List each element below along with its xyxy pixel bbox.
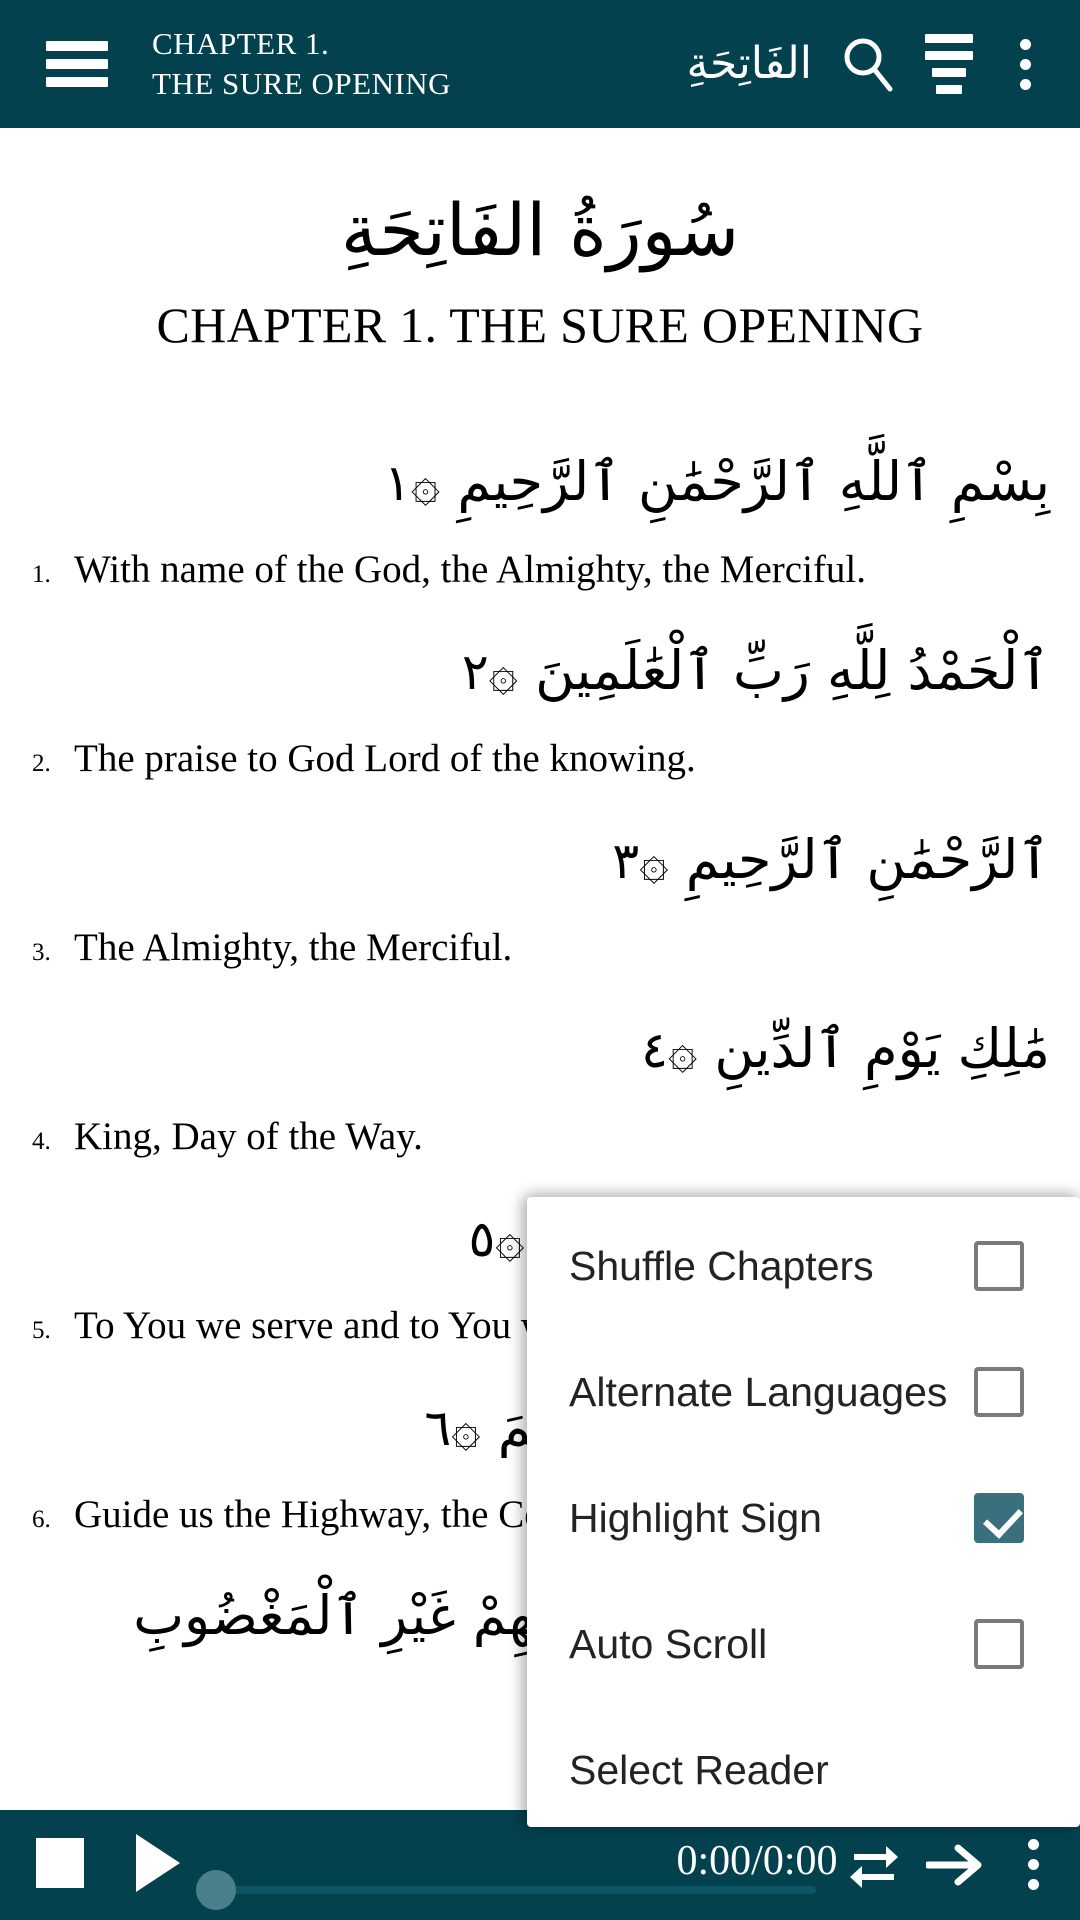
sura-english-heading: CHAPTER 1. THE SURE OPENING xyxy=(156,297,924,353)
verse-marker: ۞٣ xyxy=(612,832,669,890)
verse-index: 1. xyxy=(32,561,51,588)
menu-item-shuffle-chapters[interactable]: Shuffle Chapters xyxy=(527,1203,1080,1329)
verse-translation: The Almighty, the Merciful. xyxy=(74,926,513,969)
app-bar-title-line1: CHAPTER 1. xyxy=(152,26,330,61)
verse-translation-row[interactable]: 2. The praise to God Lord of the knowing… xyxy=(26,734,1050,784)
search-icon[interactable] xyxy=(838,33,898,95)
app-bar-title-line2: THE SURE OPENING xyxy=(152,66,452,101)
arrow-right-icon[interactable] xyxy=(924,1838,984,1892)
verse-arabic-text: ٱلْحَمْدُ لِلَّهِ رَبِّ ٱلْعَٰلَمِينَ xyxy=(535,639,1050,702)
overflow-dot xyxy=(1019,58,1031,70)
repeat-icon[interactable] xyxy=(846,1836,902,1892)
verse-index: 5. xyxy=(32,1317,51,1344)
sort-line xyxy=(932,68,966,77)
verse-index: 4. xyxy=(32,1128,51,1155)
menu-item-label: Alternate Languages xyxy=(569,1369,948,1415)
verse-arabic[interactable]: ٱلرَّحْمَٰنِ ٱلرَّحِيمِ ۞٣ xyxy=(26,808,1050,913)
app-bar: CHAPTER 1. THE SURE OPENING الفَاتِحَةِ xyxy=(0,0,1080,128)
hamburger-bar xyxy=(46,77,108,87)
overflow-dot xyxy=(1027,1858,1039,1870)
verse-translation-row[interactable]: 1. With name of the God, the Almighty, t… xyxy=(26,545,1050,595)
shuffle-chapters-checkbox[interactable] xyxy=(974,1241,1024,1291)
verse-translation-row[interactable]: 3. The Almighty, the Merciful. xyxy=(26,923,1050,973)
verse-index: 6. xyxy=(32,1506,51,1533)
overflow-dot xyxy=(1027,1838,1039,1850)
overflow-menu-icon[interactable] xyxy=(996,30,1054,98)
verse-translation: The praise to God Lord of the knowing. xyxy=(74,737,696,780)
verse-arabic-text: مَٰلِكِ يَوْمِ ٱلدِّينِ xyxy=(714,1017,1050,1080)
app-bar-title[interactable]: CHAPTER 1. THE SURE OPENING xyxy=(152,24,686,104)
verse-translation: With name of the God, the Almighty, the … xyxy=(74,548,866,591)
sort-line xyxy=(925,51,973,60)
sort-line xyxy=(936,85,962,94)
seek-slider-thumb[interactable] xyxy=(196,1870,236,1910)
verse-arabic-text: بِسْمِ ٱللَّهِ ٱلرَّحْمَٰنِ ٱلرَّحِيمِ xyxy=(457,450,1050,513)
verse-marker: ۞١ xyxy=(384,454,441,512)
verse-marker: ۞٢ xyxy=(461,643,518,701)
menu-item-highlight-sign[interactable]: Highlight Sign xyxy=(527,1455,1080,1581)
verse-arabic[interactable]: ٱلْحَمْدُ لِلَّهِ رَبِّ ٱلْعَٰلَمِينَ ۞٢ xyxy=(26,619,1050,724)
verse-index: 2. xyxy=(32,750,51,777)
player-overflow-menu-icon[interactable] xyxy=(1016,1832,1050,1896)
menu-item-select-reader[interactable]: Select Reader xyxy=(527,1707,1080,1833)
overflow-dot xyxy=(1027,1878,1039,1890)
app-root: CHAPTER 1. THE SURE OPENING الفَاتِحَةِ … xyxy=(0,0,1080,1920)
menu-item-auto-scroll[interactable]: Auto Scroll xyxy=(527,1581,1080,1707)
sort-lines-icon[interactable] xyxy=(918,33,980,95)
verse-translation: King, Day of the Way. xyxy=(74,1115,423,1158)
sura-arabic-heading: سُورَةُ الفَاتِحَةِ xyxy=(340,188,740,272)
options-popup-menu: Shuffle Chapters Alternate Languages Hig… xyxy=(527,1197,1080,1827)
verse-translation-row[interactable]: 4. King, Day of the Way. xyxy=(26,1112,1050,1162)
app-bar-arabic-title: الفَاتِحَةِ xyxy=(686,38,812,89)
verse-arabic[interactable]: بِسْمِ ٱللَّهِ ٱلرَّحْمَٰنِ ٱلرَّحِيمِ ۞… xyxy=(26,430,1050,535)
overflow-dot xyxy=(1019,38,1031,50)
verse-marker: ۞٥ xyxy=(468,1210,525,1268)
seek-slider[interactable] xyxy=(196,1870,816,1910)
hamburger-menu-icon[interactable] xyxy=(46,41,108,87)
highlight-sign-checkbox[interactable] xyxy=(974,1493,1024,1543)
verse-marker: ۞٤ xyxy=(641,1021,698,1079)
stop-icon[interactable] xyxy=(36,1838,84,1888)
verse-marker: ۞٦ xyxy=(424,1399,481,1457)
verse-index: 3. xyxy=(32,939,51,966)
sort-line xyxy=(925,34,973,43)
menu-item-alternate-languages[interactable]: Alternate Languages xyxy=(527,1329,1080,1455)
auto-scroll-checkbox[interactable] xyxy=(974,1619,1024,1669)
menu-item-label: Shuffle Chapters xyxy=(569,1243,874,1289)
menu-item-label: Highlight Sign xyxy=(569,1495,822,1541)
menu-item-label: Auto Scroll xyxy=(569,1621,768,1667)
alternate-languages-checkbox[interactable] xyxy=(974,1367,1024,1417)
play-icon[interactable] xyxy=(136,1834,180,1892)
verse-arabic-text: ٱلرَّحْمَٰنِ ٱلرَّحِيمِ xyxy=(685,828,1050,891)
playback-time: 0:00/0:00 xyxy=(676,1838,838,1884)
overflow-dot xyxy=(1019,78,1031,90)
hamburger-bar xyxy=(46,41,108,51)
verse-arabic[interactable]: مَٰلِكِ يَوْمِ ٱلدِّينِ ۞٤ xyxy=(26,997,1050,1102)
menu-item-label: Select Reader xyxy=(569,1747,829,1793)
hamburger-bar xyxy=(46,59,108,69)
